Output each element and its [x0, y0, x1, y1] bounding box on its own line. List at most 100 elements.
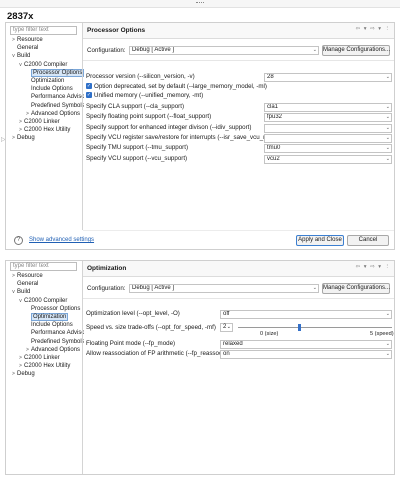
unified-memory-checkbox-row[interactable]: ✓ Unified memory (--unified_memory, -mt) [86, 91, 203, 101]
tree-item[interactable]: Optimization [10, 312, 84, 321]
tree-item-label: C2000 Hex Utility [24, 363, 71, 370]
tree-item[interactable]: General [10, 280, 84, 288]
tree-item[interactable]: > C2000 Linker [10, 354, 84, 362]
field-select[interactable]: fpu32 ⌄ [264, 113, 392, 123]
chevron-down-icon: ⌄ [312, 285, 317, 291]
tree-item-label: Include Options [31, 322, 73, 329]
chevron-right-icon[interactable]: > [10, 36, 17, 44]
chevron-right-icon[interactable]: > [10, 272, 17, 280]
tree-item-label: Performance Advisor [31, 94, 84, 101]
tree-item[interactable]: Predefined Symbols [10, 102, 84, 110]
tree-item-label: Optimization [31, 312, 69, 321]
tree-item[interactable]: > Resource [10, 272, 84, 280]
field-select[interactable]: ⌄ [264, 133, 392, 143]
field-select[interactable]: tmu0 ⌄ [264, 144, 392, 154]
configuration-select[interactable]: Debug [ Active ] ⌄ [129, 284, 319, 293]
chevron-down-icon: ⌄ [385, 341, 390, 347]
chevron-right-icon[interactable]: > [24, 346, 31, 354]
chevron-right-icon[interactable]: > [10, 134, 17, 142]
tree-item[interactable]: Include Options [10, 85, 84, 93]
tree-item-label: Resource [17, 273, 43, 279]
tree-item[interactable]: v C2000 Compiler [10, 61, 84, 69]
help-icon[interactable]: ? [14, 236, 23, 245]
chevron-right-icon[interactable]: > [17, 118, 24, 126]
tree-item[interactable]: > C2000 Hex Utility [10, 362, 84, 370]
tree-item[interactable]: Processor Options [10, 305, 84, 313]
unified-memory-label: Unified memory (--unified_memory, -mt) [94, 92, 204, 99]
tree-item[interactable]: Performance Advisor [10, 93, 84, 101]
nav-icons[interactable]: ⇦ ▾ ⇨ ▾ ⋮ [356, 26, 391, 32]
cancel-button[interactable]: Cancel [347, 235, 389, 246]
chevron-down-icon[interactable]: v [10, 52, 17, 60]
field-label: Specify CLA support (--cla_support) [86, 103, 185, 110]
apply-and-close-button[interactable]: Apply and Close [296, 235, 344, 246]
manage-configurations-button[interactable]: Manage Configurations... [322, 283, 390, 294]
tree-item-label: Processor Options [31, 305, 81, 312]
configuration-bar: Configuration: Debug [ Active ] ⌄ Manage … [83, 278, 394, 299]
chevron-down-icon: ⌄ [385, 134, 390, 141]
chevron-down-icon: ⌄ [385, 155, 390, 162]
tree-item[interactable]: > Advanced Options [10, 346, 84, 354]
show-advanced-settings-link[interactable]: Show advanced settings [29, 237, 94, 243]
tree-item[interactable]: Predefined Symbols [10, 338, 84, 346]
tree-item-label: General [17, 281, 39, 288]
tree-item[interactable]: > Resource [10, 36, 84, 44]
settings-tree: > Resource General v Build v C2000 Compiler Pro… [10, 36, 84, 142]
processor-version-select[interactable]: 28 ⌄ [264, 73, 392, 82]
drag-grip-icon[interactable] [196, 2, 204, 4]
tree-item[interactable]: General [10, 44, 84, 52]
manage-configurations-button[interactable]: Manage Configurations... [322, 45, 390, 56]
tree-item[interactable]: Performance Advisor [10, 329, 84, 337]
speed-slider-track[interactable] [238, 327, 392, 328]
tree-item[interactable]: > Debug [10, 370, 84, 378]
tree-item[interactable]: Include Options [10, 321, 84, 329]
tree-item-label: Predefined Symbols [31, 338, 84, 345]
filter-input[interactable]: type filter text [10, 26, 77, 35]
tree-item-label: Debug [17, 135, 35, 142]
fp-reassoc-select[interactable]: on ⌄ [220, 350, 392, 359]
chevron-right-icon[interactable]: > [17, 126, 24, 134]
tree-item[interactable]: > Debug [10, 134, 84, 142]
tree-item[interactable]: v Build [10, 288, 84, 296]
tree-item[interactable]: Processor Options [10, 68, 84, 77]
chevron-down-icon[interactable]: v [17, 297, 24, 305]
chevron-down-icon[interactable]: v [17, 61, 24, 69]
nav-icons[interactable]: ⇦ ▾ ⇨ ▾ ⋮ [356, 264, 391, 270]
slider-max-label: 5 (speed) [370, 331, 394, 337]
page-header: Optimization ⇦ ▾ ⇨ ▾ ⋮ [83, 261, 394, 277]
field-label: Specify floating point support (--float_… [86, 113, 212, 121]
chevron-right-icon[interactable]: > [17, 362, 24, 370]
tree-item[interactable]: > C2000 Hex Utility [10, 126, 84, 134]
filter-input[interactable]: type filter text [10, 262, 77, 271]
configuration-select[interactable]: Debug [ Active ] ⌄ [129, 46, 319, 55]
chevron-right-icon[interactable]: > [17, 354, 24, 362]
speed-slider-thumb[interactable] [298, 324, 302, 331]
field-label: Specify support for enhanced integer div… [86, 123, 252, 131]
tree-item-label: Predefined Symbols [31, 102, 84, 109]
tree-item-label: General [17, 45, 39, 52]
field-label: Specify VCU register save/restore for in… [86, 133, 278, 141]
tree-item[interactable]: v C2000 Compiler [10, 297, 84, 305]
chevron-down-icon[interactable]: v [10, 288, 17, 296]
slider-min-label: 0 (size) [260, 331, 279, 337]
page-heading: Optimization [87, 265, 127, 272]
speed-value-select[interactable]: 2 ⌄ [220, 323, 233, 332]
tree-item[interactable]: > Advanced Options [10, 110, 84, 118]
checkbox-checked-icon[interactable]: ✓ [86, 83, 92, 90]
fp-reassoc-label: Allow reassociation of FP arithmetic (--… [86, 350, 225, 357]
checkbox-checked-icon[interactable]: ✓ [86, 92, 92, 99]
tree-item[interactable]: > C2000 Linker [10, 118, 84, 126]
fp-mode-select[interactable]: relaxed ⌄ [220, 340, 392, 349]
chevron-right-icon[interactable]: > [24, 110, 31, 118]
chevron-down-icon: ⌄ [385, 124, 390, 131]
page-header: Processor Options ⇦ ▾ ⇨ ▾ ⋮ [83, 23, 394, 39]
tree-item[interactable]: Optimization [10, 77, 84, 85]
configuration-label: Configuration: [87, 47, 126, 54]
opt-level-select[interactable]: off ⌄ [220, 310, 392, 319]
field-select[interactable]: vcu2 ⌄ [264, 154, 392, 164]
field-select[interactable]: cla1 ⌄ [264, 103, 392, 112]
tree-item[interactable]: v Build [10, 52, 84, 60]
chevron-down-icon: ⌄ [385, 74, 390, 80]
field-select[interactable]: ⌄ [264, 123, 392, 133]
chevron-right-icon[interactable]: > [10, 370, 17, 378]
